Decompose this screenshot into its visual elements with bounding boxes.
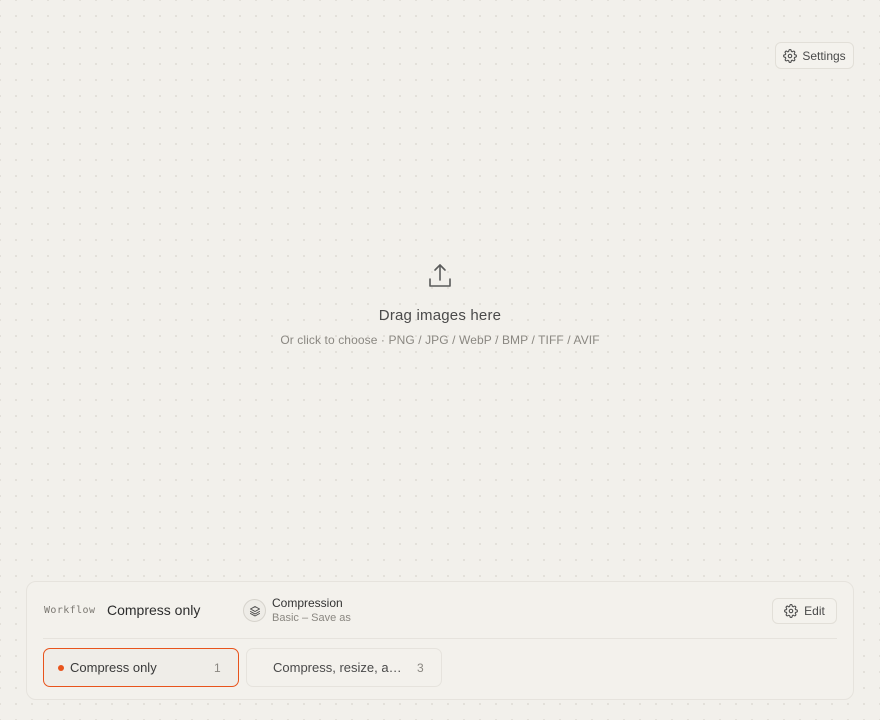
stage-subtitle: Basic – Save as	[272, 612, 351, 624]
preset-chip-count: 3	[417, 660, 424, 675]
divider	[43, 638, 837, 639]
preset-chip-count: 1	[214, 660, 221, 675]
upload-icon	[429, 264, 451, 287]
settings-label: Settings	[802, 48, 846, 63]
gear-icon	[783, 48, 798, 63]
active-dot	[58, 664, 64, 671]
drop-zone-subtitle: Or click to choose · PNG / JPG / WebP / …	[280, 333, 600, 347]
drop-zone-title: Drag images here	[378, 307, 502, 324]
preset-chip-label: Compress only	[70, 660, 157, 675]
preset-chip-compress-resize[interactable]: Compress, resize, a… 3	[246, 648, 442, 687]
edit-workflow-button[interactable]: Edit	[772, 598, 837, 624]
layers-icon	[243, 599, 266, 622]
workflow-label: Workflow	[44, 605, 96, 616]
workflow-panel: Workflow Compress only Compression Basic…	[26, 581, 854, 700]
preset-chip-compress-only[interactable]: Compress only 1	[43, 648, 239, 687]
settings-button[interactable]: Settings	[775, 42, 854, 69]
edit-label: Edit	[804, 604, 825, 618]
image-drop-zone[interactable]: Drag images here Or click to choose · PN…	[200, 250, 680, 360]
gear-icon	[784, 604, 799, 618]
workflow-name: Compress only	[107, 602, 201, 618]
preset-chip-label: Compress, resize, a…	[273, 660, 402, 675]
stage-title: Compression	[272, 596, 343, 610]
